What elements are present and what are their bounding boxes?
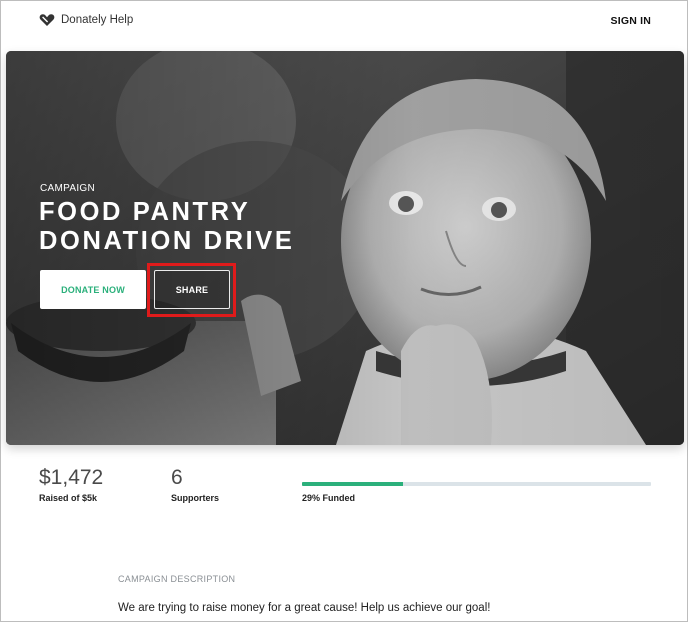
raised-amount: $1,472: [39, 466, 104, 489]
hero-banner: CAMPAIGN FOOD PANTRY DONATION DRIVE DONA…: [6, 51, 684, 445]
funded-percent-label: 29% Funded: [302, 493, 356, 503]
heart-tag-icon: [39, 12, 55, 28]
site-header: Donately Help SIGN IN: [1, 1, 688, 45]
share-button[interactable]: SHARE: [154, 270, 230, 309]
brand-name: Donately Help: [61, 14, 134, 26]
funding-progress-bar: [302, 482, 651, 486]
donate-now-button[interactable]: DONATE NOW: [40, 270, 146, 309]
campaign-title: FOOD PANTRY DONATION DRIVE: [39, 198, 295, 255]
raised-goal-label: Raised of $5k: [39, 493, 98, 503]
page-frame: Donately Help SIGN IN CAMPAIGN FOOD PANT…: [0, 0, 688, 622]
supporters-label: Supporters: [171, 493, 220, 503]
sign-in-link[interactable]: SIGN IN: [611, 15, 652, 27]
supporters-count: 6: [171, 466, 183, 489]
brand-link[interactable]: Donately Help: [39, 12, 133, 28]
campaign-description-text: We are trying to raise money for a great…: [118, 602, 491, 614]
funding-progress-fill: [302, 482, 404, 486]
campaign-description-heading: CAMPAIGN DESCRIPTION: [118, 574, 236, 584]
campaign-kicker: CAMPAIGN: [40, 183, 95, 194]
